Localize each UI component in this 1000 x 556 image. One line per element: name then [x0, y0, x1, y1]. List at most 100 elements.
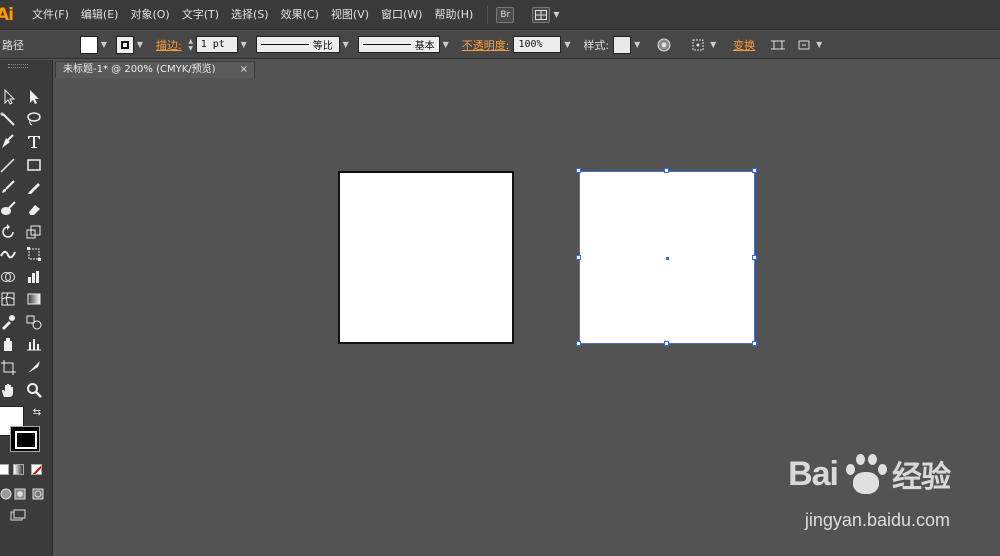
shape-builder-tool-icon[interactable] [0, 267, 18, 287]
type-tool-icon[interactable] [24, 132, 44, 152]
panel-grip[interactable] [8, 64, 28, 68]
selection-handle[interactable] [752, 168, 757, 173]
opacity-link[interactable]: 不透明度: [458, 37, 514, 53]
selection-handle[interactable] [664, 168, 669, 173]
variable-width-profile[interactable]: 等比 [255, 36, 340, 53]
fill-swatch[interactable] [80, 35, 98, 54]
lasso-tool-icon[interactable] [24, 109, 44, 129]
line-tool-icon[interactable] [0, 155, 18, 175]
watermark-brand-right: 经验 [892, 461, 951, 494]
menu-divider [487, 5, 489, 24]
hand-tool-icon[interactable] [0, 380, 18, 400]
document-tab-title: 未标题-1* @ 200% (CMYK/预览) [63, 64, 216, 75]
artboard-tool-icon[interactable] [0, 357, 18, 377]
selection-tool-icon[interactable] [0, 87, 20, 107]
direct-selection-tool-icon[interactable] [24, 87, 44, 107]
column-graph-tool-icon[interactable] [24, 334, 44, 354]
stroke-color-swatch[interactable] [10, 426, 40, 452]
selection-handle[interactable] [664, 341, 669, 346]
gradient-mode-icon[interactable] [13, 464, 24, 475]
selection-handle[interactable] [576, 341, 581, 346]
selection-type-label: 路径 [2, 38, 24, 52]
stroke-swatch[interactable] [116, 35, 134, 54]
graph-tool-icon[interactable] [24, 267, 44, 287]
align-dropdown-icon[interactable]: ▼ [707, 36, 719, 54]
menu-edit[interactable]: 编辑(E) [75, 0, 125, 30]
magic-wand-tool-icon[interactable] [0, 109, 18, 129]
align-options-icon[interactable] [689, 36, 707, 54]
draw-behind-icon[interactable] [10, 484, 30, 504]
opacity-field[interactable]: 100% [513, 36, 562, 53]
close-icon[interactable]: × [240, 62, 248, 78]
brush-definition[interactable]: 基本 [357, 36, 440, 53]
watermark-brand-left: Bai [788, 454, 839, 493]
variable-width-label: 等比 [312, 41, 333, 52]
none-mode-icon[interactable] [31, 464, 42, 475]
recolor-artwork-icon[interactable] [655, 36, 673, 54]
menu-view[interactable]: 视图(V) [325, 0, 375, 30]
rectangle-shape[interactable] [338, 171, 514, 344]
menu-help[interactable]: 帮助(H) [428, 0, 479, 30]
fill-dropdown-icon[interactable]: ▼ [98, 36, 110, 54]
selection-handle[interactable] [752, 341, 757, 346]
stroke-weight-stepper[interactable]: ▲ ▼ [186, 36, 196, 53]
paw-icon [840, 452, 890, 496]
control-bar: 路径 ▼ ▼ 描边: ▲ ▼ 1 pt ▼ 等比 ▼ 基本 ▼ 不透明度: 100… [0, 31, 1000, 59]
graphic-style-dropdown-icon[interactable]: ▼ [631, 36, 643, 54]
menu-effect[interactable]: 效果(C) [275, 0, 325, 30]
swap-fill-stroke-icon[interactable]: ⇆ [27, 402, 47, 422]
mesh-tool-icon[interactable] [0, 289, 18, 309]
stroke-dropdown-icon[interactable]: ▼ [134, 36, 146, 54]
brush-dropdown-icon[interactable]: ▼ [440, 36, 452, 54]
blob-brush-tool-icon[interactable] [0, 199, 18, 219]
eraser-tool-icon[interactable] [24, 199, 44, 219]
draw-inside-icon[interactable] [28, 484, 48, 504]
stroke-weight-field[interactable]: 1 pt [195, 36, 238, 53]
symbol-sprayer-tool-icon[interactable] [0, 334, 18, 354]
width-tool-icon[interactable] [0, 244, 18, 264]
panel-menu-dropdown-icon[interactable]: ▼ [813, 36, 825, 54]
eyedropper-tool-icon[interactable] [0, 312, 18, 332]
selection-handle[interactable] [576, 255, 581, 260]
slice-tool-icon[interactable] [24, 357, 44, 377]
scale-tool-icon[interactable] [24, 222, 44, 242]
document-tab[interactable]: 未标题-1* @ 200% (CMYK/预览) × [55, 61, 255, 78]
center-point [666, 257, 669, 260]
menu-bar: Ai 文件(F) 编辑(E) 对象(O) 文字(T) 选择(S) 效果(C) 视… [0, 0, 1000, 30]
paintbrush-tool-icon[interactable] [0, 177, 18, 197]
opacity-dropdown-icon[interactable]: ▼ [561, 36, 573, 54]
arrange-documents-icon[interactable] [532, 6, 551, 23]
selection-handle[interactable] [752, 255, 757, 260]
arrange-dropdown-icon[interactable]: ▼ [553, 10, 559, 19]
variable-width-dropdown-icon[interactable]: ▼ [340, 36, 352, 54]
transform-link[interactable]: 变换 [729, 37, 759, 53]
color-mode-icon[interactable] [0, 464, 9, 475]
menu-file[interactable]: 文件(F) [26, 0, 75, 30]
baidu-watermark: Bai 经验 jingyan.baidu.com [788, 452, 951, 530]
graphic-style-swatch[interactable] [613, 35, 632, 54]
selection-handle[interactable] [576, 168, 581, 173]
screen-mode-icon[interactable] [8, 506, 28, 526]
tools-panel: ⇆ [0, 60, 53, 556]
bridge-button[interactable]: Br [496, 6, 515, 23]
app-logo: Ai [0, 4, 14, 25]
pen-tool-icon[interactable] [0, 132, 18, 152]
watermark-url: jingyan.baidu.com [804, 510, 950, 530]
menu-object[interactable]: 对象(O) [124, 0, 175, 30]
panel-menu-icon[interactable] [795, 36, 813, 54]
free-transform-tool-icon[interactable] [24, 244, 44, 264]
blend-tool-icon[interactable] [24, 312, 44, 332]
rectangle-tool-icon[interactable] [24, 155, 44, 175]
style-label: 样式: [583, 38, 610, 52]
menu-type[interactable]: 文字(T) [176, 0, 225, 30]
stroke-link[interactable]: 描边: [152, 37, 186, 53]
stroke-weight-dropdown-icon[interactable]: ▼ [238, 36, 250, 54]
zoom-tool-icon[interactable] [24, 380, 44, 400]
brush-label: 基本 [414, 41, 435, 52]
isolate-object-icon[interactable] [769, 36, 787, 54]
menu-select[interactable]: 选择(S) [225, 0, 275, 30]
gradient-tool-icon[interactable] [24, 289, 44, 309]
rotate-tool-icon[interactable] [0, 222, 18, 242]
pencil-tool-icon[interactable] [24, 177, 44, 197]
menu-window[interactable]: 窗口(W) [375, 0, 428, 30]
